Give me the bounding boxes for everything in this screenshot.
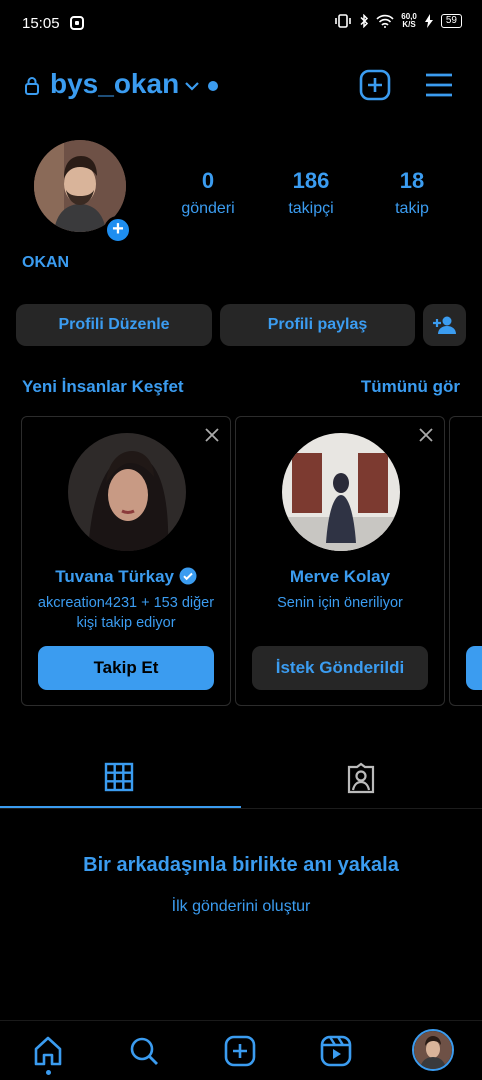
posts-label: gönderi: [181, 200, 235, 217]
suggestion-card[interactable]: Tuvana Türkay akcreation4231 + 153 diğer…: [21, 416, 231, 706]
close-icon[interactable]: [418, 427, 434, 443]
vibrate-icon: [335, 14, 352, 28]
suggestion-name-text: Tuvana Türkay: [55, 567, 174, 586]
chevron-down-icon[interactable]: [184, 80, 200, 92]
suggestion-avatar[interactable]: [282, 433, 400, 551]
status-time: 15:05: [22, 15, 60, 32]
suggestion-card[interactable]: Merve Kolay Senin için öneriliyor İstek …: [235, 416, 445, 706]
tagged-person-icon: [347, 762, 375, 794]
plus-square-icon: [224, 1035, 256, 1067]
search-icon: [130, 1037, 158, 1065]
speed-unit: K/S: [402, 20, 416, 29]
status-bar: 15:05 60,0 K/S 59: [0, 0, 482, 48]
follow-button-partial[interactable]: [466, 646, 482, 690]
plus-square-icon: [359, 69, 391, 101]
posts-count: 0: [201, 168, 215, 193]
see-all-link[interactable]: Tümünü gör: [361, 377, 460, 397]
followers-count: 186: [292, 168, 330, 193]
bottom-nav: [0, 1020, 482, 1080]
display-name: OKAN: [22, 254, 70, 271]
share-profile-button[interactable]: Profili paylaş: [220, 304, 415, 346]
following-label: takip: [395, 200, 429, 217]
charging-icon: [424, 14, 433, 28]
suggestion-name[interactable]: Tuvana Türkay: [22, 567, 230, 587]
status-indicators: 60,0 K/S 59: [334, 13, 462, 29]
nav-reels[interactable]: [318, 1033, 354, 1069]
menu-button[interactable]: [422, 68, 456, 102]
avatar-photo: [282, 433, 400, 551]
profile-avatar-mini: [414, 1031, 452, 1069]
tagged-tab[interactable]: [345, 762, 377, 799]
bluetooth-icon: [360, 14, 369, 28]
follow-button[interactable]: Takip Et: [38, 646, 214, 690]
tab-divider: [0, 808, 482, 809]
close-icon[interactable]: [204, 427, 220, 443]
nav-home[interactable]: [30, 1033, 66, 1069]
add-person-icon: [432, 316, 456, 334]
followers-stat[interactable]: 186 takipçi: [266, 168, 356, 218]
suggestion-avatar[interactable]: [68, 433, 186, 551]
home-icon: [34, 1036, 62, 1066]
lock-icon: [25, 77, 39, 95]
wifi-icon: [376, 14, 394, 28]
hamburger-icon: [426, 73, 452, 97]
edit-profile-button[interactable]: Profili Düzenle: [16, 304, 212, 346]
following-stat[interactable]: 18 takip: [367, 168, 457, 218]
create-first-post-link[interactable]: İlk gönderini oluştur: [0, 898, 482, 916]
suggestion-subtitle: Senin için öneriliyor: [277, 595, 403, 611]
notification-icon: [70, 16, 84, 30]
network-speed: 60,0 K/S: [401, 13, 417, 29]
home-active-dot: [46, 1070, 51, 1075]
request-sent-button[interactable]: İstek Gönderildi: [252, 646, 428, 690]
following-count: 18: [399, 168, 425, 193]
discover-title: Yeni İnsanlar Keşfet: [22, 377, 184, 396]
grid-icon: [104, 762, 134, 792]
add-story-button[interactable]: +: [104, 216, 132, 244]
battery-indicator: 59: [440, 14, 462, 28]
create-button[interactable]: [358, 68, 392, 102]
followers-label: takipçi: [288, 200, 334, 217]
verified-badge-icon: [179, 567, 197, 585]
suggestion-card-partial[interactable]: [449, 416, 482, 706]
suggestion-name[interactable]: Merve Kolay: [236, 567, 444, 587]
empty-state-title: Bir arkadaşınla birlikte anı yakala: [83, 854, 399, 876]
reels-icon: [320, 1035, 352, 1067]
notification-dot: [208, 81, 218, 91]
avatar-photo: [68, 433, 186, 551]
nav-profile[interactable]: [412, 1029, 454, 1071]
nav-create[interactable]: [222, 1033, 258, 1069]
suggestion-subtitle: akcreation4231 + 153 diğer kişi takip ed…: [37, 595, 215, 631]
nav-search[interactable]: [126, 1033, 162, 1069]
discover-people-button[interactable]: [423, 304, 466, 346]
account-switcher[interactable]: bys_okan: [50, 68, 179, 100]
grid-tab[interactable]: [104, 762, 134, 797]
posts-stat[interactable]: 0 gönderi: [163, 168, 253, 218]
